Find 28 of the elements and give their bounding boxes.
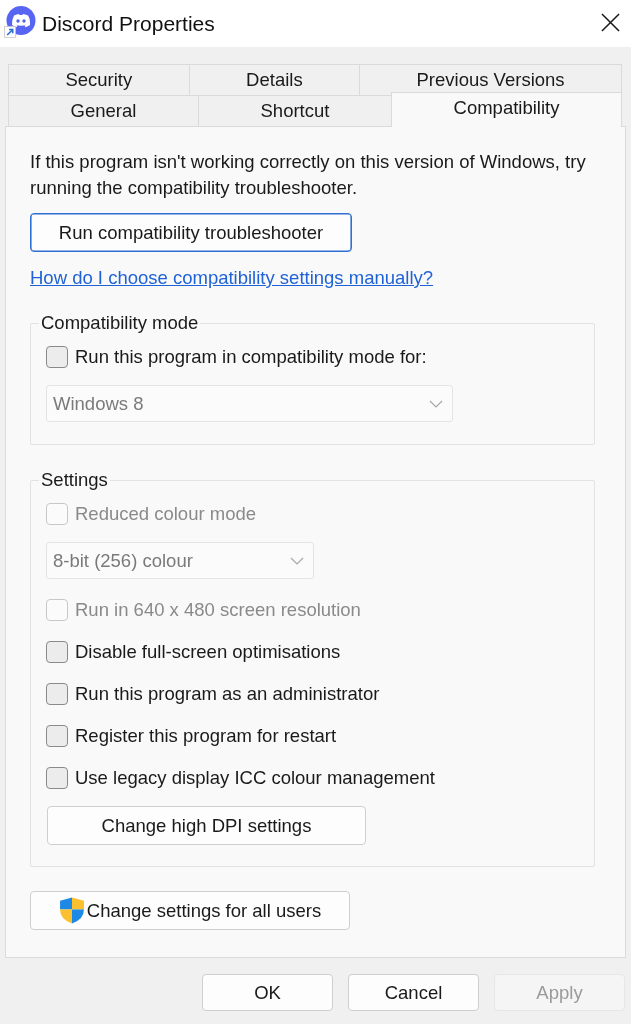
dialog-button[interactable]: Cancel — [348, 974, 479, 1011]
checkbox-label: Disable full-screen optimisations — [75, 641, 341, 663]
checkbox-label: Run in 640 x 480 screen resolution — [75, 599, 361, 621]
all-users-button[interactable]: Change settings for all users — [30, 891, 350, 930]
intro-text: If this program isn't working correctly on this version of Windows, try running the compatibility troubleshooter. — [30, 150, 587, 200]
close-icon[interactable] — [601, 13, 620, 32]
checkbox[interactable] — [46, 641, 68, 663]
chevron-down-icon — [290, 556, 304, 565]
checkbox[interactable] — [46, 725, 68, 747]
checkbox-label: Use legacy display ICC colour management — [75, 767, 435, 789]
tab[interactable]: General — [8, 95, 199, 126]
checkbox-label: Reduced colour mode — [75, 503, 256, 525]
troubleshooter-button[interactable]: Run compatibility troubleshooter — [30, 213, 352, 252]
checkbox[interactable] — [46, 346, 68, 368]
checkbox[interactable] — [46, 767, 68, 789]
window-title: Discord Properties — [42, 11, 216, 36]
checkbox[interactable] — [46, 683, 68, 705]
tab[interactable]: Security — [8, 64, 190, 95]
shield-icon — [58, 897, 85, 924]
high-dpi-button[interactable]: Change high DPI settings — [47, 806, 366, 845]
dialog-button[interactable]: OK — [202, 974, 333, 1011]
checkbox-label: Run this program as an administrator — [75, 683, 380, 705]
help-link[interactable]: How do I choose compatibility settings manually? — [30, 266, 434, 290]
chevron-down-icon — [429, 399, 443, 408]
program-icon — [4, 6, 36, 38]
checkbox-label: Register this program for restart — [75, 725, 337, 747]
checkbox-label: Run this program in compatibility mode for: — [75, 346, 427, 368]
tab[interactable]: Compatibility — [391, 92, 622, 127]
